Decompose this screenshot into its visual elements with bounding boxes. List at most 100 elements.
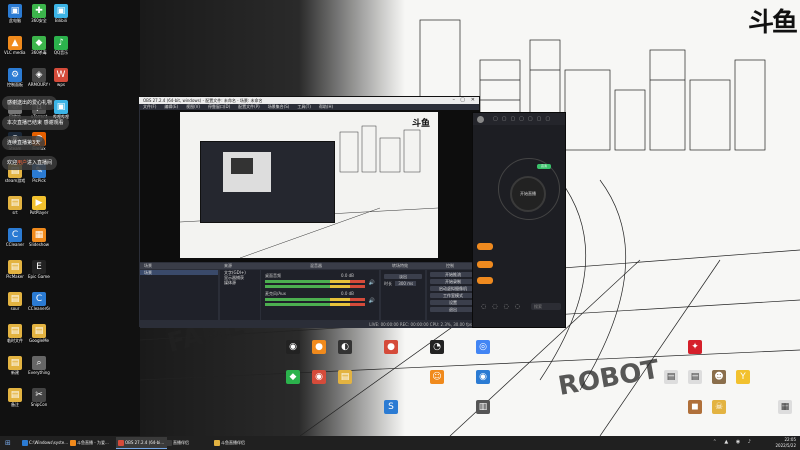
scene-item[interactable]: 场景	[140, 270, 218, 275]
start-button[interactable]: ⊞	[2, 437, 14, 449]
desktop-icon[interactable]: ✦	[684, 340, 706, 354]
taskbar-item[interactable]: OBS 27.2.4 (64-bi...	[116, 437, 168, 449]
mixer-channel-level: 0.0 dB	[341, 273, 354, 278]
tray-icons[interactable]: ⌃ ▲ ◉ ♪	[713, 439, 754, 445]
desktop-icon[interactable]: ◉	[472, 370, 494, 384]
desktop-icon[interactable]: ▤ srt	[4, 196, 26, 215]
system-tray[interactable]: 22:05 2022/5/22	[775, 436, 796, 450]
preview-desktop-capture: 斗鱼	[180, 112, 438, 258]
desktop-icon[interactable]: Wwps	[50, 68, 72, 87]
desktop-icon[interactable]: ◆	[282, 370, 304, 384]
audio-mixer[interactable]: 桌面音频 0.0 dB 麦克风/Aux 0.0 dB 🔊 🔊	[261, 270, 379, 320]
desktop-icon[interactable]: ▤ 新建	[4, 356, 26, 375]
orange-toggle[interactable]	[477, 277, 493, 284]
desktop-icon[interactable]: ◐	[334, 340, 356, 354]
speaker-icon[interactable]: 🔊	[369, 298, 375, 304]
obs-menu-item[interactable]: 停靠窗口(D)	[208, 104, 230, 109]
taskbar-item[interactable]: C:\Windows\syste...	[20, 437, 71, 449]
desktop-icon[interactable]: ⌕ Everything	[28, 356, 50, 375]
start-live-button[interactable]: 开始直播	[510, 176, 546, 212]
desktop-icon[interactable]: ▤	[684, 370, 706, 384]
desktop-icon[interactable]: ▣ 此电脑	[4, 4, 26, 23]
desktop-icon[interactable]: ◎	[472, 340, 494, 354]
desktop-icon[interactable]: ▲VLC media player	[4, 36, 26, 55]
desktop-icon[interactable]: ☺	[426, 370, 448, 384]
obs-control-button[interactable]: 工作室模式	[430, 293, 476, 298]
taskbar-item[interactable]: 斗鱼直播伴侣	[212, 437, 248, 449]
scenes-panel[interactable]: 场景	[140, 270, 218, 320]
mixer-channel-level: 0.0 dB	[341, 291, 354, 296]
desktop-icon[interactable]: ●	[380, 340, 402, 354]
desktop-icon[interactable]: C CCleaner64	[28, 292, 50, 311]
desktop-icon[interactable]: ▦	[774, 400, 796, 414]
volume-slider[interactable]	[265, 285, 365, 288]
avatar[interactable]	[477, 116, 484, 123]
assistant-action-icons[interactable]: ◌◌◌◌	[481, 303, 526, 310]
desktop-icon[interactable]: ⚙ 控制面板	[4, 68, 26, 87]
desktop-icon[interactable]: ◼	[684, 400, 706, 414]
obs-menu-item[interactable]: 文件(F)	[143, 104, 156, 109]
desktop-icon[interactable]: ▶ PotPlayer	[28, 196, 50, 215]
obs-control-button[interactable]: 退出	[430, 307, 476, 312]
close-icon[interactable]: ✕	[471, 97, 475, 104]
obs-menu-item[interactable]: 编辑(E)	[164, 104, 178, 109]
obs-control-button[interactable]: 设置	[430, 300, 476, 305]
desktop-icon[interactable]: Y	[732, 370, 754, 384]
desktop-icon[interactable]: ✂ SnipCon	[28, 388, 50, 407]
desktop-icon[interactable]: ☠	[708, 400, 730, 414]
sources-panel[interactable]: 文字(GDI+) 显示器捕获 媒体源	[220, 270, 260, 320]
desktop-icon[interactable]: ▤ GoogleMe	[28, 324, 50, 343]
desktop-icon[interactable]: ✚ 360安全	[28, 4, 50, 23]
desktop-icon[interactable]: ◉	[308, 370, 330, 384]
desktop-icon[interactable]: ▤	[334, 370, 356, 384]
obs-control-button[interactable]: 开始录制	[430, 279, 476, 284]
transitions-panel[interactable]: 淡出 时长 300 ms	[381, 270, 425, 320]
desktop-icon[interactable]: ▦ Slideshow	[28, 228, 50, 247]
taskbar-item[interactable]: 直播伴侣	[164, 437, 192, 449]
maximize-icon[interactable]: ▢	[460, 97, 465, 104]
desktop-icon[interactable]: ●	[308, 340, 330, 354]
desktop-icon[interactable]: ☻	[708, 370, 730, 384]
desktop-icon[interactable]: ◆ 360杀毒	[28, 36, 50, 55]
desktop-icon[interactable]: ♪ QQ音乐	[50, 36, 72, 55]
desktop-icon[interactable]: ▤ 备注	[4, 388, 26, 407]
volume-slider[interactable]	[265, 303, 365, 306]
source-item[interactable]: 媒体源	[220, 280, 260, 285]
desktop-icon-label: VLC media player	[4, 50, 26, 55]
desktop-icon[interactable]: ▥	[472, 400, 494, 414]
minimize-icon[interactable]: –	[453, 97, 456, 104]
orange-toggle[interactable]	[477, 261, 493, 268]
desktop-icon[interactable]: ◔	[426, 340, 448, 354]
desktop-icon[interactable]: ▤	[660, 370, 682, 384]
duration-input[interactable]: 300 ms	[395, 281, 417, 286]
obs-control-button[interactable]: 开始推流	[430, 272, 476, 277]
app-icon: ◈	[32, 68, 46, 82]
desktop-icon[interactable]: ▤ 临时文件	[4, 324, 26, 343]
obs-preview[interactable]: 斗鱼	[140, 110, 480, 262]
toolbar-icons[interactable]: ▢▢▢▢▢▢▢	[493, 116, 554, 122]
desktop-icon[interactable]: ▣ 哔哩哔哩	[50, 100, 72, 119]
obs-menu-item[interactable]: 配置文件(P)	[238, 104, 260, 109]
desktop-icon[interactable]: ▤ sour	[4, 292, 26, 311]
obs-menu-item[interactable]: 场景集合(S)	[268, 104, 290, 109]
quality-badge[interactable]: 高清	[537, 164, 551, 169]
obs-menu-item[interactable]: 工具(T)	[297, 104, 311, 109]
obs-control-button[interactable]: 启动虚拟摄像机	[430, 286, 476, 291]
obs-menu-item[interactable]: 视图(V)	[186, 104, 200, 109]
desktop-icon[interactable]: C CCleaner	[4, 228, 26, 247]
search-input[interactable]: 搜索	[531, 303, 561, 310]
obs-window[interactable]: OBS 27.2.4 (64-bit, windows) - 配置文件: 未命名…	[138, 96, 480, 328]
stream-assistant-window[interactable]: ▢▢▢▢▢▢▢ 高清 开始直播 ◌◌◌◌ 搜索	[472, 112, 566, 328]
speaker-icon[interactable]: 🔊	[369, 280, 375, 286]
desktop-icon[interactable]: S	[380, 400, 402, 414]
desktop-icon[interactable]: ◉	[282, 340, 304, 354]
desktop-icon[interactable]: ▣ Bilibili	[50, 4, 72, 23]
orange-toggle[interactable]	[477, 243, 493, 250]
desktop-icon[interactable]: ◈ARMOURY CRATE	[28, 68, 50, 87]
taskbar-item[interactable]: 斗鱼直播 - 为爱...	[68, 437, 112, 449]
desktop-icon[interactable]: ▤ PicMaker	[4, 260, 26, 279]
obs-title-bar[interactable]: OBS 27.2.4 (64-bit, windows) - 配置文件: 未命名…	[139, 97, 479, 104]
obs-menu-item[interactable]: 帮助(H)	[319, 104, 333, 109]
desktop-icon[interactable]: E Epic Games	[28, 260, 50, 279]
app-icon: C	[32, 292, 46, 306]
